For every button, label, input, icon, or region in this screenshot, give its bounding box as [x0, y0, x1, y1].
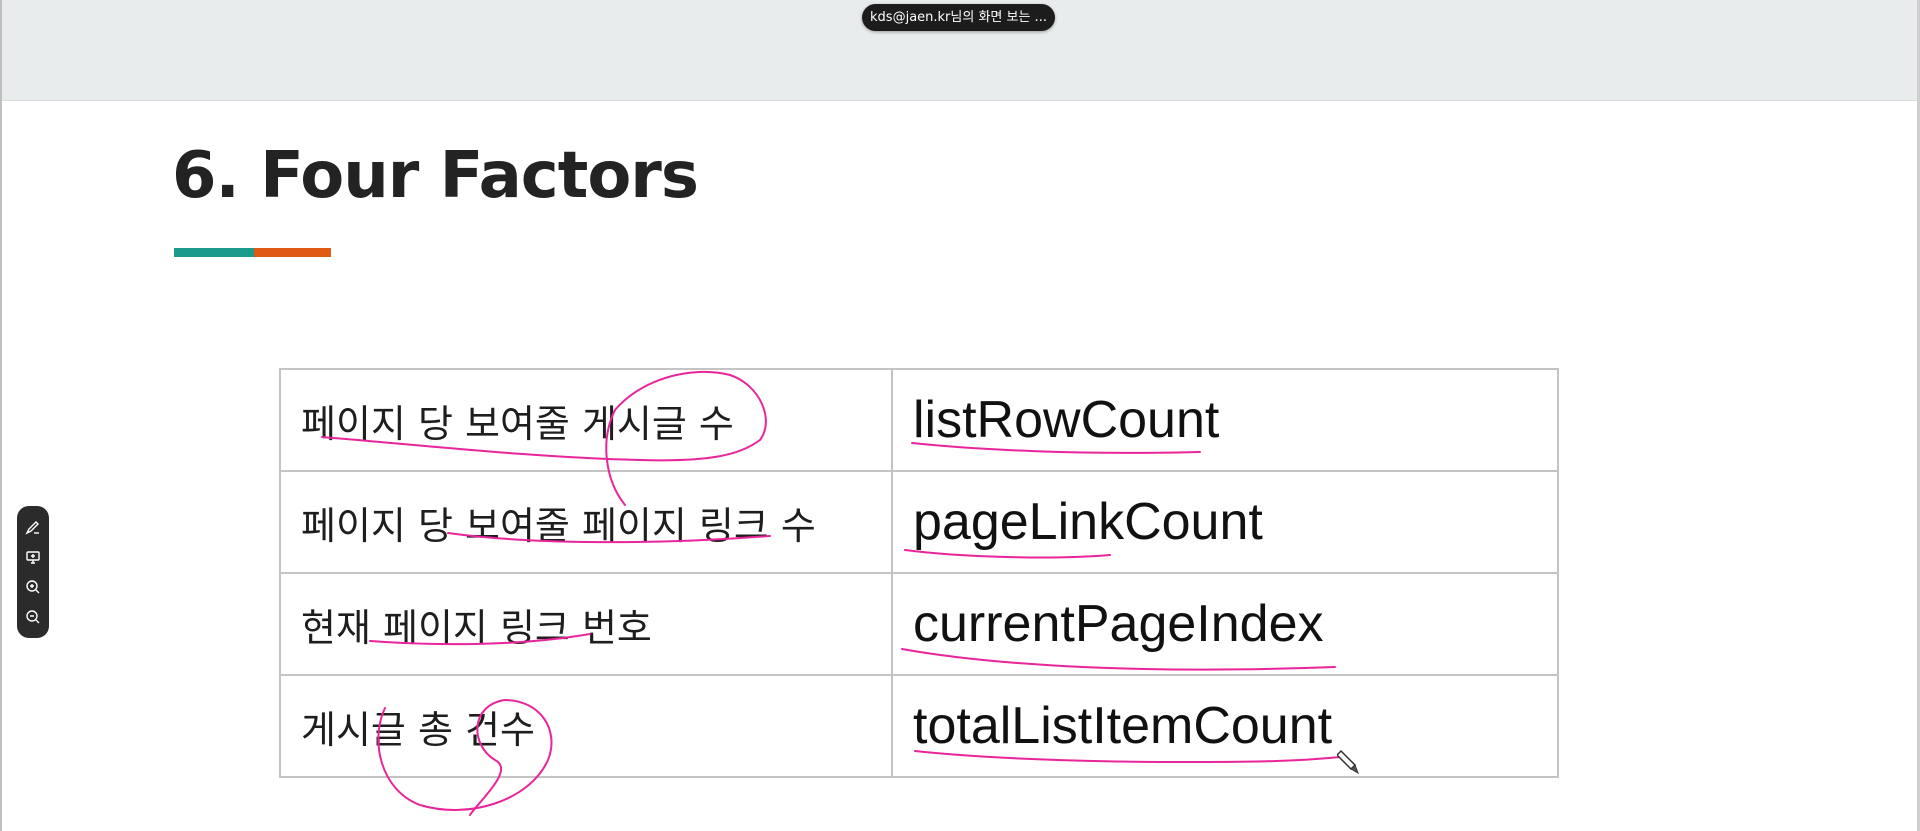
annotation-toolbar	[17, 506, 49, 638]
factor-label: 현재 페이지 링크 번호	[279, 572, 893, 676]
factor-variable: currentPageIndex	[891, 572, 1559, 676]
factor-variable: pageLinkCount	[891, 470, 1559, 574]
table-row: 페이지 당 보여줄 페이지 링크 수 pageLinkCount	[279, 470, 1559, 574]
slide-title: 6. Four Factors	[172, 139, 699, 213]
table-row: 페이지 당 보여줄 게시글 수 listRowCount	[279, 368, 1559, 472]
factor-label: 페이지 당 보여줄 페이지 링크 수	[279, 470, 893, 574]
table-row: 게시글 총 건수 totalListItemCount	[279, 674, 1559, 778]
factor-label: 페이지 당 보여줄 게시글 수	[279, 368, 893, 472]
factor-variable: totalListItemCount	[891, 674, 1559, 778]
four-factors-table: 페이지 당 보여줄 게시글 수 listRowCount 페이지 당 보여줄 페…	[279, 368, 1559, 778]
factor-label: 게시글 총 건수	[279, 674, 893, 778]
screen-annotate-icon[interactable]	[22, 546, 44, 568]
pen-cursor-icon	[1337, 749, 1359, 775]
left-border	[0, 0, 2, 831]
title-accent-teal	[174, 248, 254, 257]
table-row: 현재 페이지 링크 번호 currentPageIndex	[279, 572, 1559, 676]
screen-share-banner[interactable]: kds@jaen.kr님의 화면 보는 ...	[862, 4, 1055, 31]
pen-icon[interactable]	[22, 516, 44, 538]
zoom-in-icon[interactable]	[22, 576, 44, 598]
title-accent-orange	[254, 248, 331, 257]
factor-variable: listRowCount	[891, 368, 1559, 472]
zoom-out-icon[interactable]	[22, 606, 44, 628]
